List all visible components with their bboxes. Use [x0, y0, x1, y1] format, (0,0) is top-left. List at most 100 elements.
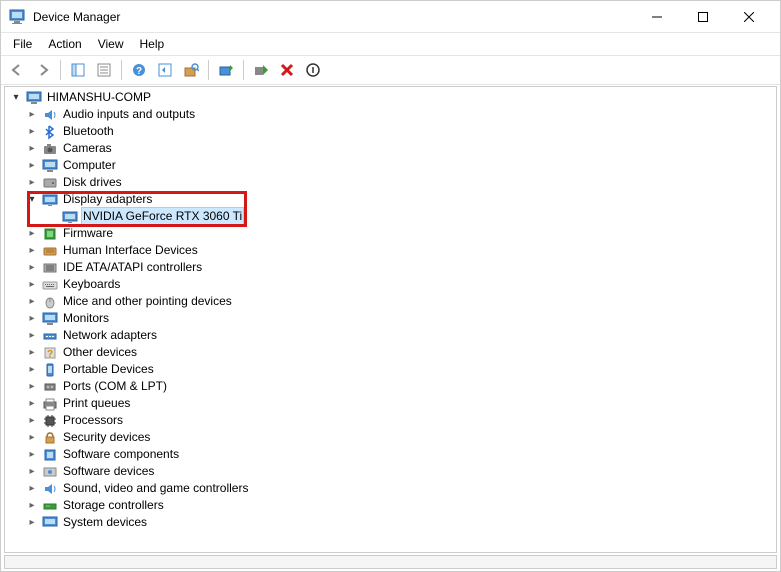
- help-button[interactable]: ?: [127, 58, 151, 82]
- portable-icon: [42, 362, 58, 378]
- tree-item-computer[interactable]: ▸ Computer: [5, 157, 776, 174]
- camera-icon: [42, 141, 58, 157]
- tree-item-processors[interactable]: ▸ Processors: [5, 412, 776, 429]
- expand-icon[interactable]: ▸: [25, 380, 39, 394]
- tree-item-mice[interactable]: ▸ Mice and other pointing devices: [5, 293, 776, 310]
- tree-item-audio[interactable]: ▸ Audio inputs and outputs: [5, 106, 776, 123]
- expand-icon[interactable]: ▸: [25, 516, 39, 530]
- expand-icon[interactable]: ▸: [25, 278, 39, 292]
- back-button[interactable]: [5, 58, 29, 82]
- statusbar: [4, 555, 777, 569]
- tree-item-sound[interactable]: ▸ Sound, video and game controllers: [5, 480, 776, 497]
- node-label: Software components: [61, 446, 181, 463]
- node-label: Processors: [61, 412, 125, 429]
- expand-icon[interactable]: ▸: [25, 482, 39, 496]
- expand-icon[interactable]: ▸: [25, 465, 39, 479]
- node-label: Computer: [61, 157, 118, 174]
- tree-item-cameras[interactable]: ▸ Cameras: [5, 140, 776, 157]
- tree-item-display[interactable]: ▾ Display adapters: [5, 191, 776, 208]
- display-icon: [62, 209, 78, 225]
- tree-item-ports[interactable]: ▸ Ports (COM & LPT): [5, 378, 776, 395]
- toolbar-separator: [121, 60, 122, 80]
- expand-icon[interactable]: ▸: [25, 142, 39, 156]
- tree-item-swcomp[interactable]: ▸ Software components: [5, 446, 776, 463]
- tree-item-other[interactable]: ▸ ? Other devices: [5, 344, 776, 361]
- expand-icon[interactable]: ▸: [25, 108, 39, 122]
- disable-device-button[interactable]: [301, 58, 325, 82]
- expand-icon[interactable]: ▸: [25, 312, 39, 326]
- menu-view[interactable]: View: [90, 35, 132, 53]
- tree-item-printq[interactable]: ▸ Print queues: [5, 395, 776, 412]
- node-label: Bluetooth: [61, 123, 116, 140]
- computer-icon: [42, 158, 58, 174]
- tree-item-monitors[interactable]: ▸ Monitors: [5, 310, 776, 327]
- update-driver-button[interactable]: [214, 58, 238, 82]
- tree-item-bluetooth[interactable]: ▸ Bluetooth: [5, 123, 776, 140]
- properties-button[interactable]: [92, 58, 116, 82]
- expand-icon[interactable]: ▸: [25, 244, 39, 258]
- expand-icon[interactable]: ▸: [25, 397, 39, 411]
- display-icon: [42, 192, 58, 208]
- minimize-button[interactable]: [634, 1, 680, 33]
- expand-icon[interactable]: ▾: [9, 91, 23, 105]
- expand-icon[interactable]: ▸: [25, 125, 39, 139]
- expand-icon[interactable]: ▸: [25, 329, 39, 343]
- tree-item-display-child[interactable]: NVIDIA GeForce RTX 3060 Ti: [5, 208, 776, 225]
- device-tree[interactable]: ▾ HIMANSHU-COMP ▸ Audio inputs and outpu…: [4, 86, 777, 553]
- expand-icon[interactable]: ▸: [25, 448, 39, 462]
- tree-item-swdev[interactable]: ▸ Software devices: [5, 463, 776, 480]
- expand-icon[interactable]: ▸: [25, 295, 39, 309]
- enable-device-button[interactable]: [249, 58, 273, 82]
- app-icon: [9, 9, 25, 25]
- show-hide-tree-button[interactable]: [66, 58, 90, 82]
- audio-icon: [42, 107, 58, 123]
- tree-item-hid[interactable]: ▸ Human Interface Devices: [5, 242, 776, 259]
- other-icon: ?: [42, 345, 58, 361]
- expand-icon[interactable]: ▾: [25, 193, 39, 207]
- node-label: Firmware: [61, 225, 115, 242]
- tree-item-security[interactable]: ▸ Security devices: [5, 429, 776, 446]
- node-label: Human Interface Devices: [61, 242, 200, 259]
- expand-icon[interactable]: ▸: [25, 431, 39, 445]
- action-button[interactable]: [153, 58, 177, 82]
- tree-item-portable[interactable]: ▸ Portable Devices: [5, 361, 776, 378]
- tree-item-network[interactable]: ▸ Network adapters: [5, 327, 776, 344]
- tree-item-firmware[interactable]: ▸ Firmware: [5, 225, 776, 242]
- tree-item-ide[interactable]: ▸ IDE ATA/ATAPI controllers: [5, 259, 776, 276]
- keyboard-icon: [42, 277, 58, 293]
- node-label-selected: NVIDIA GeForce RTX 3060 Ti: [81, 207, 244, 226]
- svg-text:?: ?: [47, 349, 53, 360]
- node-label: Keyboards: [61, 276, 122, 293]
- node-label: Cameras: [61, 140, 114, 157]
- expand-icon[interactable]: ▸: [25, 363, 39, 377]
- expand-icon[interactable]: ▸: [25, 261, 39, 275]
- expand-icon[interactable]: ▸: [25, 414, 39, 428]
- node-label: Audio inputs and outputs: [61, 106, 197, 123]
- node-label: Ports (COM & LPT): [61, 378, 169, 395]
- expand-icon[interactable]: ▸: [25, 227, 39, 241]
- expand-icon[interactable]: ▸: [25, 176, 39, 190]
- tree-item-keyboards[interactable]: ▸ Keyboards: [5, 276, 776, 293]
- root-label: HIMANSHU-COMP: [45, 89, 153, 106]
- system-icon: [42, 515, 58, 531]
- forward-button[interactable]: [31, 58, 55, 82]
- storage-icon: [42, 498, 58, 514]
- menu-help[interactable]: Help: [132, 35, 173, 53]
- expand-spacer: [45, 210, 59, 224]
- tree-item-disk[interactable]: ▸ Disk drives: [5, 174, 776, 191]
- scan-hardware-button[interactable]: [179, 58, 203, 82]
- menu-file[interactable]: File: [5, 35, 40, 53]
- maximize-button[interactable]: [680, 1, 726, 33]
- software-component-icon: [42, 447, 58, 463]
- expand-icon[interactable]: ▸: [25, 346, 39, 360]
- node-label: IDE ATA/ATAPI controllers: [61, 259, 204, 276]
- close-button[interactable]: [726, 1, 772, 33]
- expand-icon[interactable]: ▸: [25, 499, 39, 513]
- expand-icon[interactable]: ▸: [25, 159, 39, 173]
- tree-item-storage[interactable]: ▸ Storage controllers: [5, 497, 776, 514]
- tree-root[interactable]: ▾ HIMANSHU-COMP: [5, 89, 776, 106]
- mouse-icon: [42, 294, 58, 310]
- menu-action[interactable]: Action: [40, 35, 89, 53]
- tree-item-system[interactable]: ▸ System devices: [5, 514, 776, 531]
- uninstall-device-button[interactable]: [275, 58, 299, 82]
